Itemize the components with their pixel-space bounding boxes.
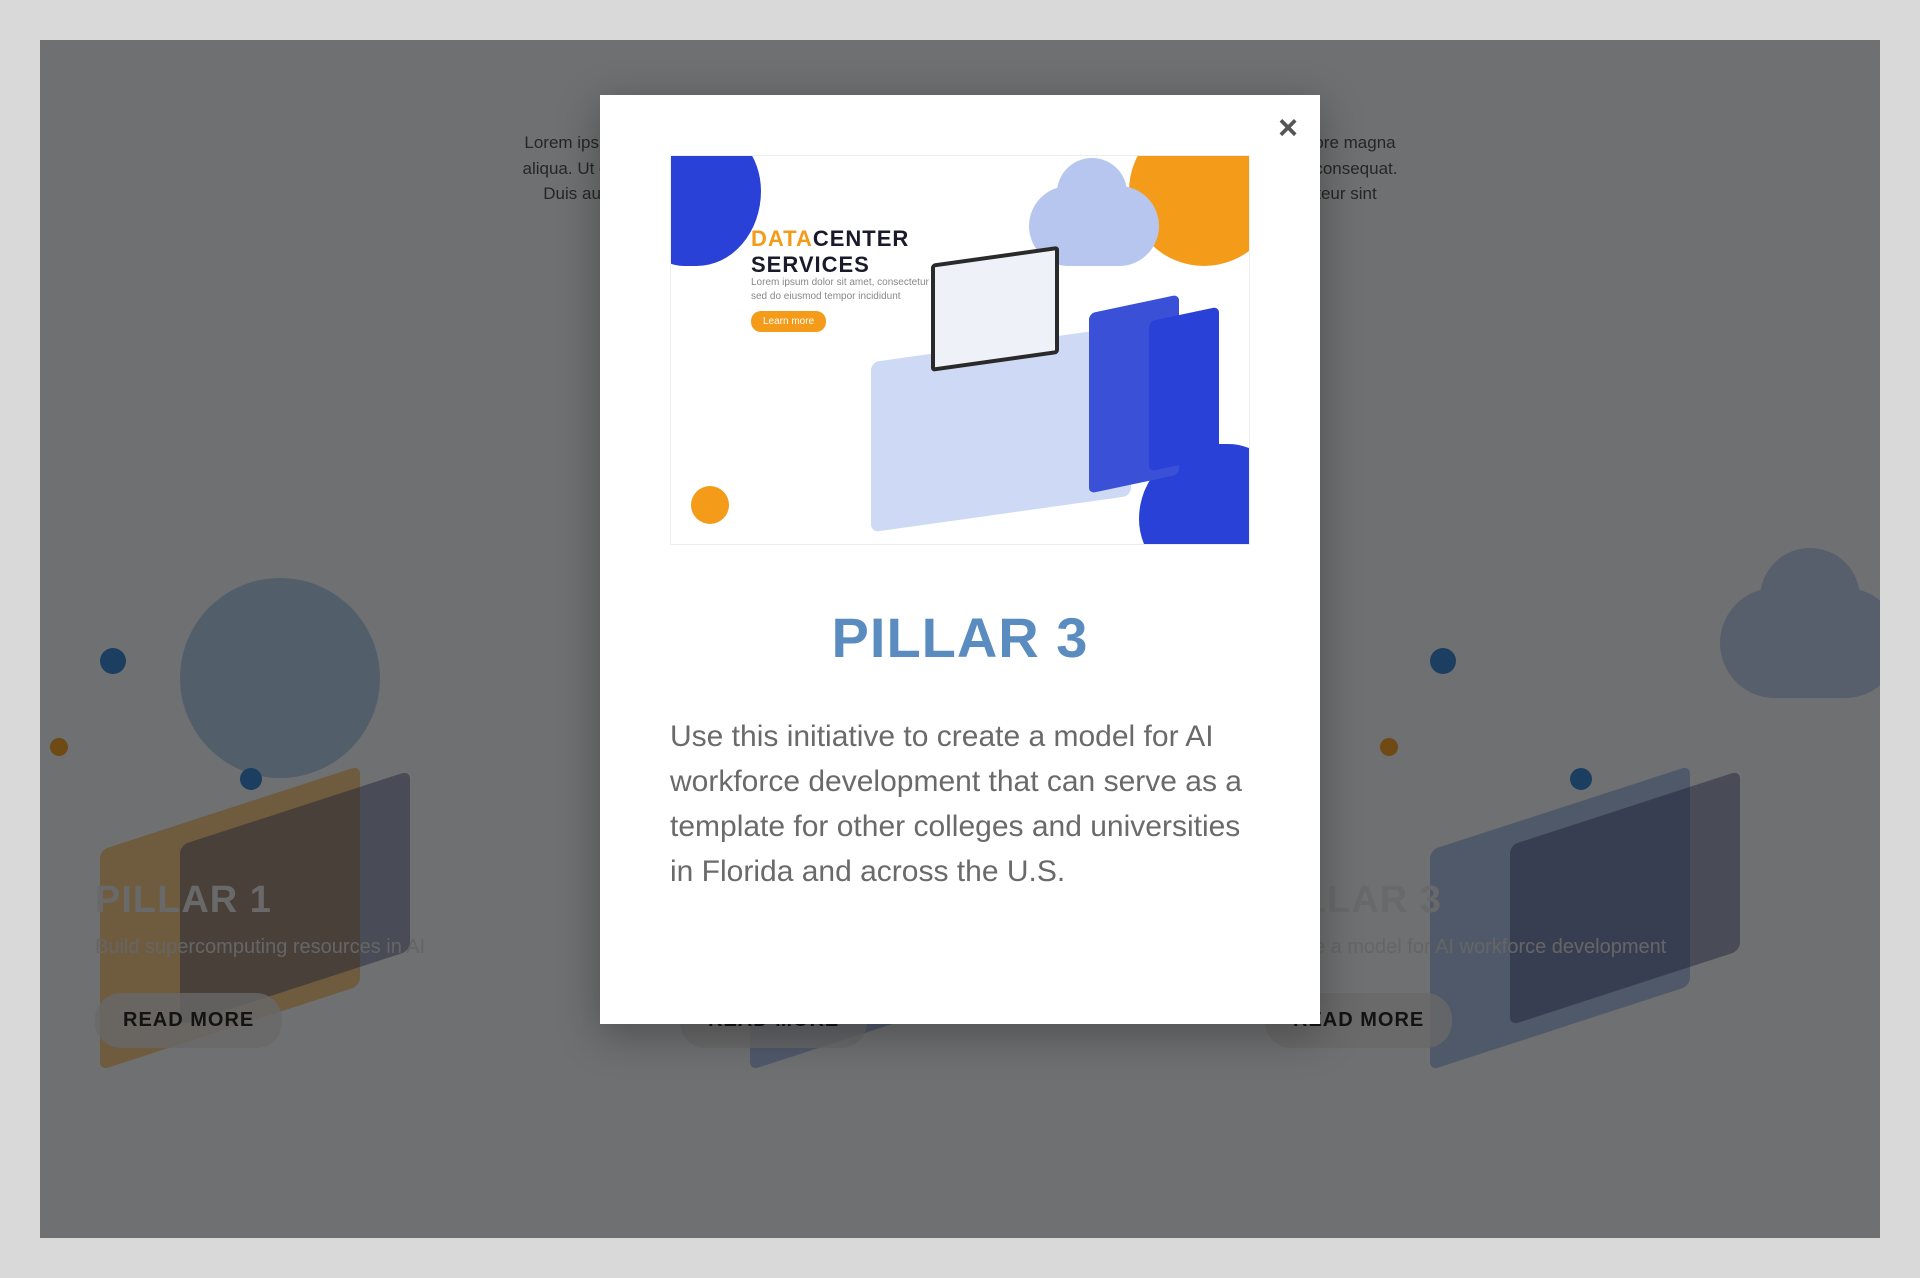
hero-title-part-1: DATA bbox=[751, 226, 813, 251]
modal-body-text: Use this initiative to create a model fo… bbox=[670, 714, 1250, 894]
pillar-detail-modal: × DATACENTER SERVICES Lorem ipsum dolor … bbox=[600, 95, 1320, 1024]
hero-subtitle: SERVICES bbox=[751, 252, 870, 277]
modal-hero-illustration: DATACENTER SERVICES Lorem ipsum dolor si… bbox=[670, 155, 1250, 545]
hero-learn-more-button: Learn more bbox=[751, 311, 826, 332]
hero-title-part-2: CENTER bbox=[813, 226, 909, 251]
close-icon[interactable]: × bbox=[1278, 111, 1298, 145]
hero-lorem: Lorem ipsum dolor sit amet, consectetur … bbox=[751, 276, 951, 304]
modal-title: PILLAR 3 bbox=[670, 605, 1250, 670]
hero-title: DATACENTER SERVICES bbox=[751, 226, 909, 278]
